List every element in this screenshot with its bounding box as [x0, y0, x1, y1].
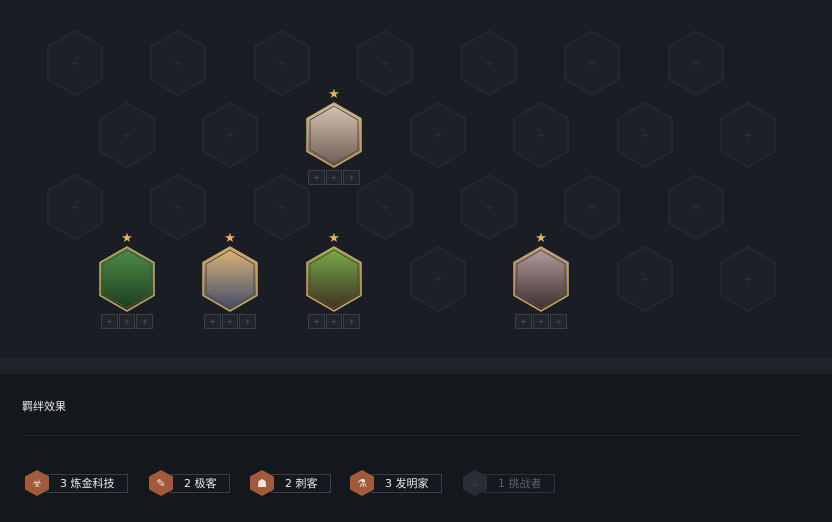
- empty-hex-slot[interactable]: +: [253, 174, 311, 240]
- plus-icon: +: [640, 272, 650, 286]
- plus-icon: +: [70, 200, 80, 214]
- empty-hex-slot[interactable]: +: [201, 102, 259, 168]
- empty-hex-slot[interactable]: +: [667, 30, 725, 96]
- empty-hex-slot[interactable]: +: [563, 30, 621, 96]
- plus-icon: +: [587, 200, 597, 214]
- empty-hex-slot[interactable]: +: [149, 30, 207, 96]
- empty-hex-slot[interactable]: +: [149, 174, 207, 240]
- empty-hex-slot[interactable]: +: [46, 174, 104, 240]
- synergy-title: 羁绊效果: [22, 400, 66, 413]
- plus-icon: +: [173, 200, 183, 214]
- plus-icon: +: [691, 56, 701, 70]
- empty-hex-slot[interactable]: +: [667, 174, 725, 240]
- empty-hex-slot[interactable]: +: [512, 102, 570, 168]
- yordle-scrap-icon: ✎: [148, 469, 174, 497]
- plus-icon: +: [122, 128, 132, 142]
- plus-icon: +: [743, 128, 753, 142]
- empty-hex-slot[interactable]: +: [409, 246, 467, 312]
- board: + + + + + + + + + ★ + + + + + + + + + + + + + + ★ + + + ★ + + + ★ + + + + ★ + +…: [0, 0, 832, 358]
- empty-hex-slot[interactable]: +: [616, 246, 674, 312]
- plus-icon: +: [70, 56, 80, 70]
- trait-label: 2 刺客: [271, 474, 331, 493]
- champion-portrait[interactable]: [98, 246, 156, 312]
- plus-icon: +: [743, 272, 753, 286]
- item-slot[interactable]: +: [308, 314, 325, 329]
- empty-hex-slot[interactable]: +: [356, 30, 414, 96]
- champion-slot[interactable]: ★ + + +: [512, 232, 570, 329]
- star-icon: ★: [328, 231, 340, 246]
- item-slot[interactable]: +: [101, 314, 118, 329]
- empty-hex-slot[interactable]: +: [616, 102, 674, 168]
- item-slot[interactable]: +: [550, 314, 568, 329]
- plus-icon: +: [225, 128, 235, 142]
- champion-portrait[interactable]: [305, 246, 363, 312]
- empty-hex-slot[interactable]: +: [98, 102, 156, 168]
- item-slot[interactable]: +: [221, 314, 239, 329]
- item-slot[interactable]: +: [515, 314, 532, 329]
- star-icon: ★: [535, 231, 547, 246]
- trait-label: 1 挑战者: [484, 474, 555, 493]
- item-slot[interactable]: +: [239, 314, 257, 329]
- champion-slot[interactable]: ★ + + +: [305, 88, 363, 185]
- divider: [22, 435, 800, 436]
- trait-label: 2 极客: [170, 474, 230, 493]
- plus-icon: +: [277, 56, 287, 70]
- innovator-icon: ⚗: [349, 469, 375, 497]
- plus-icon: +: [380, 200, 390, 214]
- plus-icon: +: [277, 200, 287, 214]
- item-slot[interactable]: +: [325, 170, 343, 185]
- champion-slot[interactable]: ★ + + +: [201, 232, 259, 329]
- trait-label: 3 发明家: [371, 474, 442, 493]
- empty-hex-slot[interactable]: +: [719, 102, 777, 168]
- item-slot[interactable]: +: [532, 314, 550, 329]
- plus-icon: +: [173, 56, 183, 70]
- star-icon: ★: [121, 231, 133, 246]
- plus-icon: +: [691, 200, 701, 214]
- trait-label: 3 炼金科技: [46, 474, 128, 493]
- empty-hex-slot[interactable]: +: [409, 102, 467, 168]
- plus-icon: +: [484, 200, 494, 214]
- item-slot[interactable]: +: [325, 314, 343, 329]
- section-divider: [0, 358, 832, 374]
- item-slots: + + +: [101, 314, 154, 329]
- empty-hex-slot[interactable]: +: [719, 246, 777, 312]
- synergy-panel: 羁绊效果 3 炼金科技 ☣ 2 极客 ✎ 2 刺客 ☗ 3 发明家 ⚗ 1 挑战者 ⚔: [0, 374, 832, 522]
- plus-icon: +: [380, 56, 390, 70]
- item-slots: + + +: [515, 314, 568, 329]
- champion-slot[interactable]: ★ + + +: [305, 232, 363, 329]
- plus-icon: +: [587, 56, 597, 70]
- empty-hex-slot[interactable]: +: [460, 30, 518, 96]
- chemtech-icon: ☣: [24, 469, 50, 497]
- champion-portrait[interactable]: [201, 246, 259, 312]
- item-slot[interactable]: +: [118, 314, 136, 329]
- champion-portrait[interactable]: [305, 102, 363, 168]
- plus-icon: +: [640, 128, 650, 142]
- item-slots: + + +: [204, 314, 257, 329]
- plus-icon: +: [433, 272, 443, 286]
- item-slot[interactable]: +: [136, 314, 154, 329]
- plus-icon: +: [536, 128, 546, 142]
- empty-hex-slot[interactable]: +: [356, 174, 414, 240]
- star-icon: ★: [328, 87, 340, 102]
- item-slots: + + +: [308, 170, 361, 185]
- empty-hex-slot[interactable]: +: [563, 174, 621, 240]
- plus-icon: +: [433, 128, 443, 142]
- item-slots: + + +: [308, 314, 361, 329]
- empty-hex-slot[interactable]: +: [253, 30, 311, 96]
- champion-portrait[interactable]: [512, 246, 570, 312]
- assassin-icon: ☗: [249, 469, 275, 497]
- champion-slot[interactable]: ★ + + +: [98, 232, 156, 329]
- item-slot[interactable]: +: [343, 314, 361, 329]
- empty-hex-slot[interactable]: +: [46, 30, 104, 96]
- challenger-icon: ⚔: [462, 469, 488, 497]
- empty-hex-slot[interactable]: +: [460, 174, 518, 240]
- item-slot[interactable]: +: [204, 314, 221, 329]
- star-icon: ★: [224, 231, 236, 246]
- plus-icon: +: [484, 56, 494, 70]
